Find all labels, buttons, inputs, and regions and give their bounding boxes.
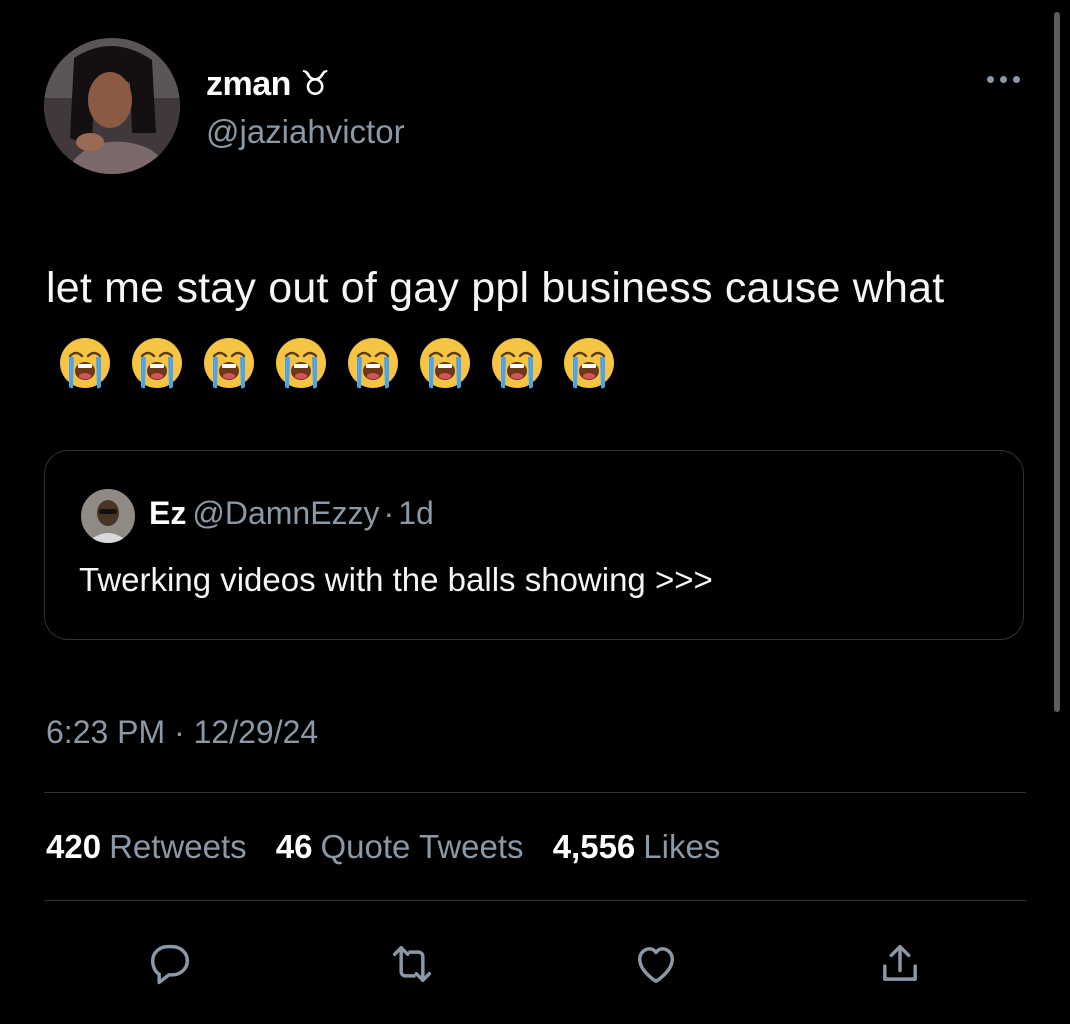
tweet-stats: 420 Retweets 46 Quote Tweets 4,556 Likes [46, 828, 740, 866]
likes-count: 4,556 [552, 828, 636, 865]
likes-stat[interactable]: 4,556 Likes [553, 828, 721, 865]
divider [44, 792, 1026, 793]
loudly-crying-face-icon [564, 338, 614, 389]
retweets-label: Retweets [109, 828, 247, 865]
quoted-author-handle: @DamnEzzy [192, 495, 380, 531]
loudly-crying-face-icon [204, 338, 254, 389]
more-options-icon[interactable] [978, 64, 1028, 94]
tweet-text-content: let me stay out of gay ppl business caus… [46, 264, 945, 312]
quotes-count: 46 [275, 828, 313, 865]
quotes-label: Quote Tweets [320, 828, 524, 865]
tweet-text: let me stay out of gay ppl business caus… [46, 250, 1006, 402]
divider [44, 900, 1026, 901]
reply-icon[interactable] [144, 938, 196, 990]
loudly-crying-face-icon [60, 338, 110, 389]
likes-label: Likes [643, 828, 721, 865]
retweets-stat[interactable]: 420 Retweets [46, 828, 247, 865]
loudly-crying-face-icon [492, 338, 542, 389]
like-icon[interactable] [630, 938, 682, 990]
quoted-tweet-card[interactable]: Ez @DamnEzzy · 1d Twerking videos with the … [44, 450, 1024, 640]
quoted-header: Ez @DamnEzzy · 1d [149, 495, 434, 532]
retweets-count: 420 [46, 828, 102, 865]
loudly-crying-face-icon [420, 338, 470, 389]
quoted-time: 1d [398, 495, 434, 531]
author-display-name[interactable]: zman ♉ [206, 64, 330, 104]
share-icon[interactable] [874, 938, 926, 990]
author-avatar[interactable] [44, 38, 180, 174]
quoted-separator: · [383, 495, 395, 531]
author-handle[interactable]: @jaziahvictor [206, 113, 405, 151]
loudly-crying-face-icon [132, 338, 182, 389]
loudly-crying-face-icon [276, 338, 326, 389]
quoted-tweet-text: Twerking videos with the balls showing >… [79, 561, 713, 598]
loudly-crying-face-icon [348, 338, 398, 389]
quotes-stat[interactable]: 46 Quote Tweets [276, 828, 524, 865]
scrollbar[interactable] [1054, 12, 1060, 712]
tweet-timestamp[interactable]: 6:23 PM · 12/29/24 [46, 714, 318, 751]
quoted-author-avatar [81, 489, 135, 543]
quoted-author-name: Ez [149, 495, 187, 531]
retweet-icon[interactable] [386, 938, 438, 990]
emoji-group [58, 336, 616, 390]
